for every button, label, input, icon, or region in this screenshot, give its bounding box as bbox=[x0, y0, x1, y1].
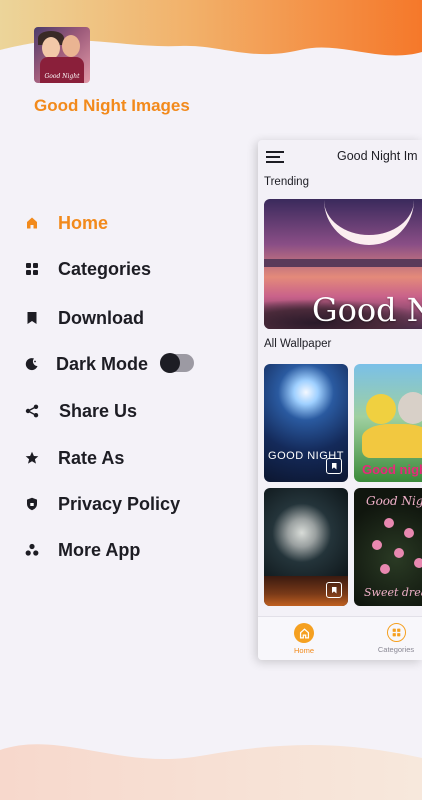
bookmark-icon[interactable] bbox=[326, 582, 342, 598]
nav-tab-home[interactable]: Home bbox=[264, 621, 344, 655]
menu-item-privacy-policy[interactable]: Privacy Policy bbox=[22, 489, 242, 519]
wallpaper-card-text: Good nigh bbox=[362, 462, 422, 477]
nav-label-home: Home bbox=[293, 646, 314, 655]
menu-label-dark-mode: Dark Mode bbox=[56, 353, 149, 374]
home-icon bbox=[294, 623, 314, 643]
menu-item-dark-mode[interactable]: Dark Mode bbox=[22, 349, 242, 379]
menu-item-share-us[interactable]: Share Us bbox=[22, 396, 242, 426]
menu-label-more-app: More App bbox=[58, 539, 141, 560]
toggle-knob bbox=[160, 353, 180, 373]
share-icon bbox=[22, 401, 42, 421]
home-icon bbox=[22, 213, 42, 233]
trending-card[interactable]: Good N bbox=[264, 199, 422, 329]
star-icon bbox=[22, 448, 42, 468]
menu-item-categories[interactable]: Categories bbox=[22, 254, 242, 284]
menu-label-home: Home bbox=[58, 212, 109, 233]
wallpaper-card[interactable]: GOOD NIGHT bbox=[264, 364, 348, 482]
bottom-nav: Home Categories bbox=[258, 616, 422, 660]
trending-card-text: Good N bbox=[312, 291, 422, 329]
app-logo: Good Night bbox=[34, 27, 90, 83]
all-wallpaper-heading: All Wallpaper bbox=[264, 338, 332, 350]
home-screen-preview[interactable]: Good Night Im Trending Good N All Wallpa… bbox=[258, 140, 422, 660]
wallpaper-card[interactable] bbox=[264, 488, 348, 606]
menu-item-more-app[interactable]: More App bbox=[22, 535, 242, 565]
preview-header: Good Night Im bbox=[258, 140, 422, 174]
bookmark-icon[interactable] bbox=[326, 458, 342, 474]
menu-label-rate-as: Rate As bbox=[58, 447, 125, 468]
menu-item-rate-as[interactable]: Rate As bbox=[22, 443, 242, 473]
menu-label-download: Download bbox=[58, 307, 144, 328]
logo-text: Good Night bbox=[44, 73, 80, 80]
bottom-wave-decoration bbox=[0, 744, 422, 800]
menu-label-privacy-policy: Privacy Policy bbox=[58, 493, 181, 514]
menu-label-share-us: Share Us bbox=[59, 400, 138, 421]
bookmark-icon bbox=[22, 308, 42, 328]
trending-heading: Trending bbox=[264, 176, 309, 188]
shield-icon bbox=[22, 494, 42, 514]
preview-title: Good Night Im bbox=[337, 149, 418, 163]
moon-icon bbox=[22, 354, 42, 374]
wallpaper-card[interactable]: Good nigh bbox=[354, 364, 422, 482]
grid-icon bbox=[386, 623, 406, 642]
nav-tab-categories[interactable]: Categories bbox=[356, 621, 422, 654]
grid-icon bbox=[22, 259, 42, 279]
menu-item-download[interactable]: Download bbox=[22, 303, 242, 333]
app-name: Good Night Images bbox=[34, 96, 190, 115]
wallpaper-card-text: Sweet drea bbox=[364, 586, 422, 599]
menu-item-home[interactable]: Home bbox=[22, 208, 242, 238]
hamburger-icon[interactable] bbox=[266, 151, 284, 163]
wallpaper-card[interactable]: Good Nigh Sweet drea bbox=[354, 488, 422, 606]
dark-mode-toggle[interactable] bbox=[160, 353, 194, 373]
nav-label-categories: Categories bbox=[377, 645, 415, 654]
wallpaper-card-text: Good Nigh bbox=[366, 494, 422, 508]
menu-label-categories: Categories bbox=[58, 258, 152, 279]
apps-icon bbox=[22, 540, 42, 560]
